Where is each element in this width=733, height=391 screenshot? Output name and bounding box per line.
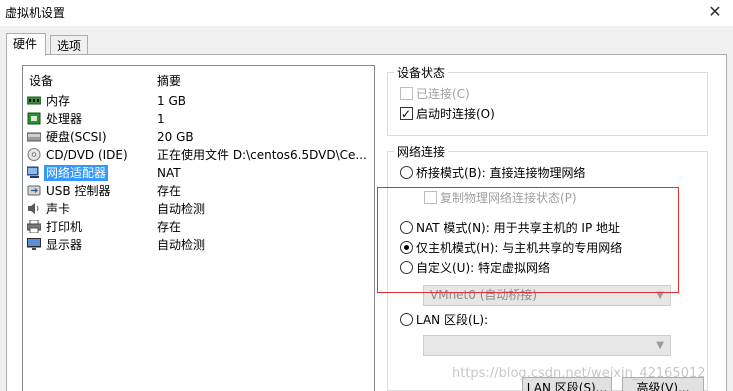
device-row-printer[interactable]: 打印机 存在 (24, 218, 373, 236)
device-summary: 20 GB (157, 130, 194, 144)
device-summary: 存在 (157, 220, 182, 234)
device-row-display[interactable]: 显示器 自动检测 (24, 236, 373, 254)
column-header-summary[interactable]: 摘要 (157, 72, 181, 88)
device-name: CD/DVD (IDE) (46, 148, 128, 162)
column-header-device[interactable]: 设备 (29, 72, 53, 88)
radio-circle (400, 313, 413, 326)
device-name: 内存 (46, 94, 71, 108)
connect-at-power-on-checkbox[interactable]: 启动时连接(O) (400, 105, 495, 123)
device-status-group: 设备状态 已连接(C) 启动时连接(O) (387, 64, 708, 136)
device-row-sound-card[interactable]: 声卡 自动检测 (24, 200, 373, 218)
connected-label: 已连接(C) (416, 87, 470, 101)
network-connection-legend: 网络连接 (394, 143, 449, 160)
lan-segment-radio[interactable]: LAN 区段(L): (400, 311, 488, 329)
device-name: USB 控制器 (46, 184, 111, 198)
processor-icon (27, 112, 41, 125)
device-name: 网络适配器 (44, 165, 109, 181)
device-row-hard-disk[interactable]: 硬盘(SCSI) 20 GB (24, 128, 373, 146)
device-status-legend: 设备状态 (394, 64, 449, 81)
radio-circle (400, 166, 413, 179)
network-adapter-icon (27, 166, 39, 178)
device-summary: 自动检测 (157, 202, 206, 216)
close-icon[interactable]: ✕ (705, 2, 725, 22)
bridged-radio[interactable]: 桥接模式(B): 直接连接物理网络 (400, 164, 585, 182)
highlight-annotation (377, 187, 679, 293)
device-row-usb-controller[interactable]: USB 控制器 存在 (24, 182, 373, 200)
hard-disk-icon (27, 132, 41, 142)
device-row-cd-dvd[interactable]: CD/DVD (IDE) 正在使用文件 D:\centos6.5DVD\Ce..… (24, 146, 373, 164)
printer-icon (27, 220, 41, 233)
chevron-down-icon: ▼ (656, 340, 664, 351)
checkbox-box (400, 105, 413, 123)
checkbox-box (400, 87, 413, 100)
title-bar: 虚拟机设置 ✕ (0, 0, 733, 26)
device-name: 打印机 (46, 220, 83, 234)
memory-icon (27, 96, 41, 105)
device-summary: 自动检测 (157, 238, 206, 252)
connected-checkbox[interactable]: 已连接(C) (400, 85, 470, 103)
device-summary: 1 (157, 112, 165, 126)
bridged-label: 桥接模式(B): 直接连接物理网络 (416, 166, 586, 180)
device-name: 声卡 (46, 202, 71, 216)
display-icon (27, 238, 41, 250)
sound-card-icon (28, 203, 39, 214)
watermark: https://blog.csdn.net/weixin_42165012 (452, 366, 706, 381)
device-name: 处理器 (46, 112, 83, 126)
device-name: 显示器 (46, 238, 83, 252)
device-summary: NAT (157, 166, 181, 180)
device-row-processor[interactable]: 处理器 1 (24, 110, 373, 128)
cd-dvd-icon (27, 148, 41, 161)
lan-segment-select[interactable]: ▼ (423, 335, 671, 356)
device-row-memory[interactable]: 内存 1 GB (24, 92, 373, 110)
window-title: 虚拟机设置 (5, 6, 66, 20)
usb-icon (27, 185, 41, 196)
device-summary: 正在使用文件 D:\centos6.5DVD\Ce... (157, 148, 367, 162)
device-summary: 存在 (157, 184, 182, 198)
device-row-network-adapter[interactable]: 网络适配器 NAT (24, 164, 373, 182)
tab-options[interactable]: 选项 (50, 35, 88, 55)
lan-segment-label: LAN 区段(L): (416, 313, 489, 327)
device-summary: 1 GB (157, 94, 186, 108)
connect-at-power-on-label: 启动时连接(O) (416, 107, 495, 121)
device-name: 硬盘(SCSI) (46, 130, 107, 144)
tab-hardware[interactable]: 硬件 (6, 33, 46, 56)
device-list[interactable]: 设备 摘要 内存 1 GB 处理器 1 硬盘(SCSI) 20 GB CD/DV… (22, 65, 375, 391)
